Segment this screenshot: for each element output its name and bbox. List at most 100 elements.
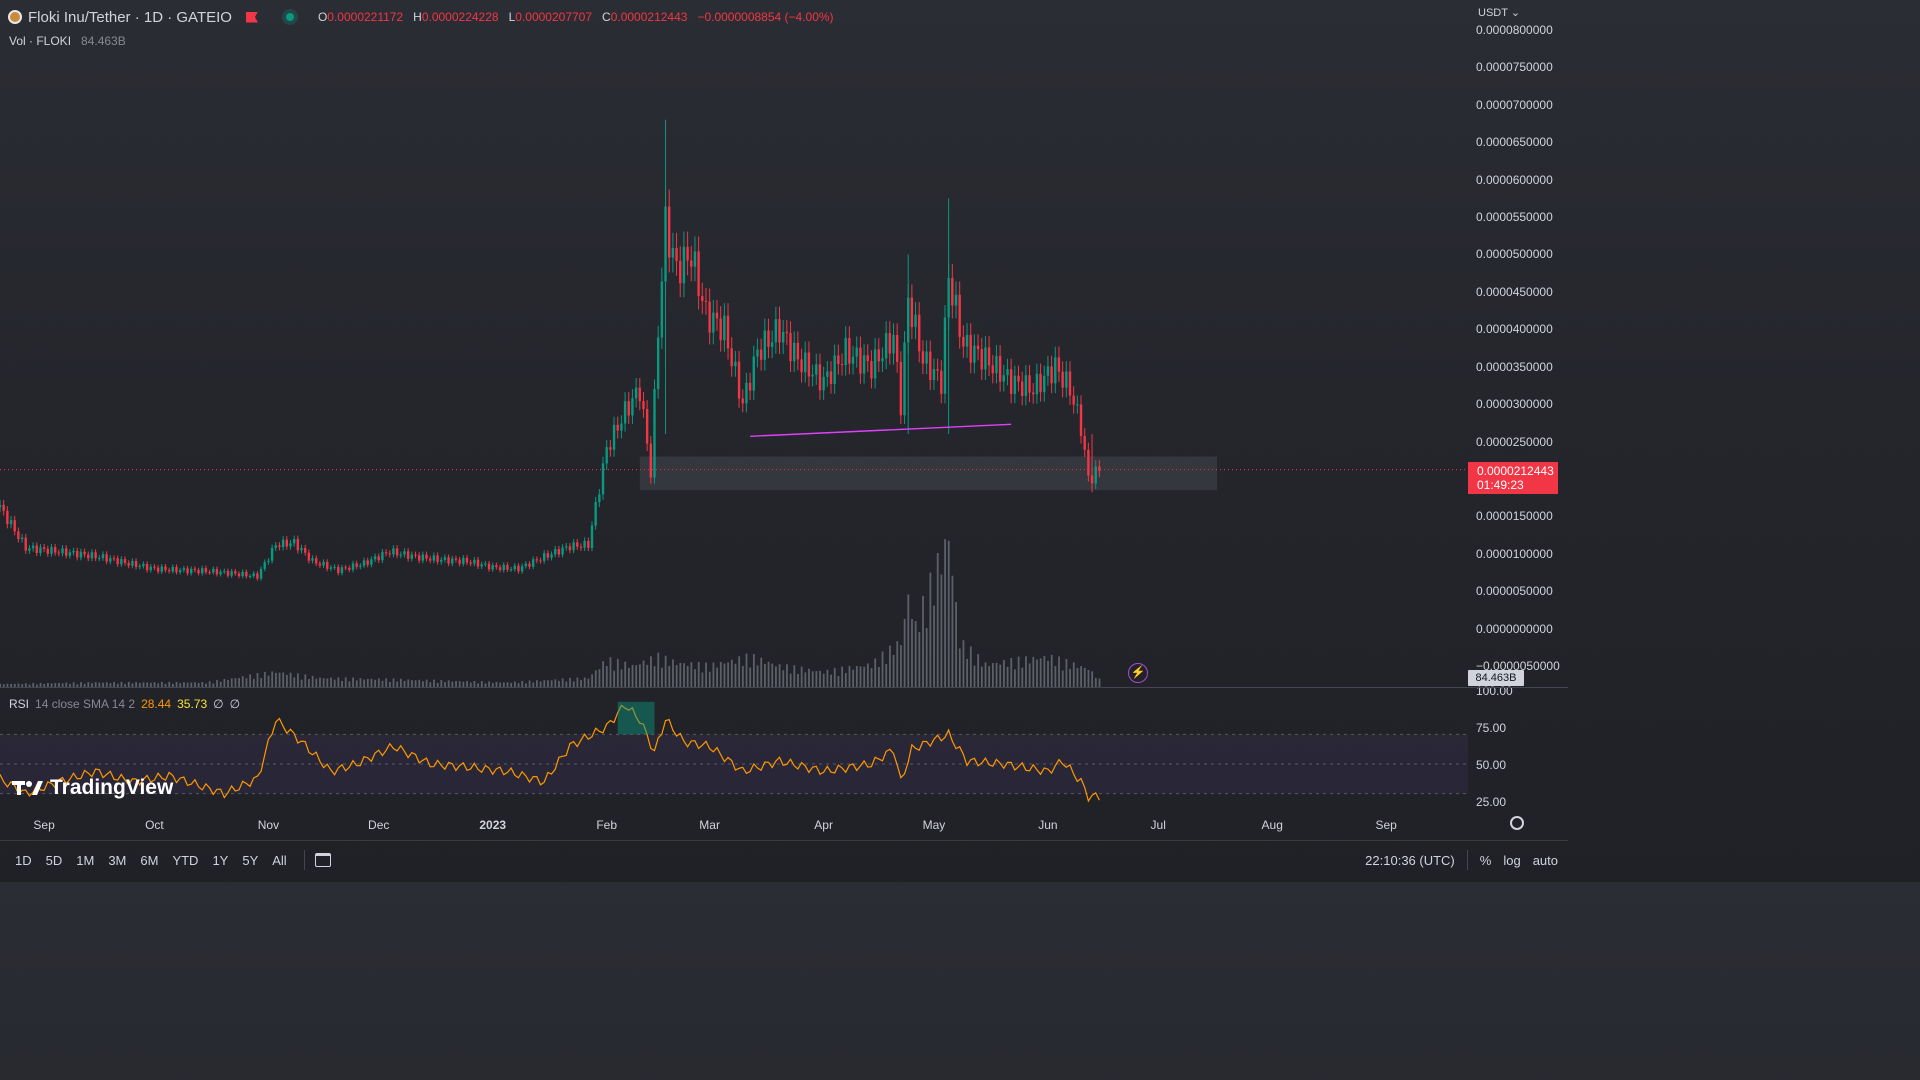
divider (1466, 850, 1468, 870)
timeframe-all[interactable]: All (265, 853, 293, 868)
candle-body (929, 351, 932, 380)
candle-body (921, 351, 925, 364)
volume-bar (580, 679, 582, 687)
candle-body (296, 539, 300, 551)
timeframe-1d[interactable]: 1D (8, 853, 39, 868)
close-value: 0.0000212443 (610, 10, 688, 24)
last-price-value: 0.0000212443 (1477, 464, 1554, 478)
candle-body (35, 545, 38, 554)
candle-body (612, 424, 616, 450)
volume-bar (256, 672, 259, 687)
trendline (750, 423, 1012, 437)
volume-bar (613, 670, 616, 687)
candle-body (285, 539, 288, 547)
candle-body (531, 559, 535, 567)
price-axis[interactable]: 0.0000800000 0.0000750000 0.0000700000 0.00… (1468, 0, 1568, 840)
candle-body (1061, 371, 1064, 388)
candle-body (105, 554, 108, 562)
clock-utc[interactable]: 22:10:36 (UTC) (1365, 853, 1455, 868)
price-tick: 0.0000000000 (1476, 621, 1553, 636)
volume-bar (1091, 671, 1094, 687)
low-value: 0.0000207707 (515, 10, 593, 24)
symbol-title[interactable]: Floki Inu/Tether · 1D · GATEIO (28, 9, 232, 26)
percent-toggle[interactable]: % (1480, 853, 1492, 868)
volume-bar (786, 664, 788, 687)
candle-body (781, 331, 785, 343)
volume-bar (767, 661, 770, 687)
volume-bar (738, 656, 741, 687)
volume-bar (271, 671, 274, 687)
volume-bar (635, 665, 638, 687)
candle-body (480, 564, 483, 567)
price-tick: 0.0000400000 (1476, 322, 1553, 337)
timeframe-1m[interactable]: 1M (69, 853, 101, 868)
candle-body (895, 335, 899, 362)
volume-bar (866, 663, 869, 687)
tradingview-watermark: TradingView (12, 776, 173, 800)
volume-bar (418, 679, 421, 687)
rsi-legend[interactable]: RSI 14 close SMA 14 2 28.44 35.73 ∅ ∅ (9, 697, 240, 711)
candle-body (969, 334, 972, 363)
candle-body (818, 364, 822, 391)
candle-body (109, 558, 112, 562)
candle-body (0, 504, 2, 508)
rsi-extra-1: ∅ (213, 697, 224, 711)
volume-bar (1028, 663, 1031, 687)
volume-name: Vol · FLOKI (9, 34, 72, 48)
timeframe-3m[interactable]: 3M (101, 853, 133, 868)
candle-body (436, 555, 439, 562)
flag-icon[interactable] (245, 11, 258, 23)
candle-body (745, 382, 748, 404)
calendar-icon[interactable] (314, 853, 331, 867)
candle-body (822, 376, 825, 391)
volume-bar (1003, 660, 1005, 687)
time-label: Mar (699, 818, 720, 832)
candle-body (576, 542, 579, 547)
volume-bar (708, 671, 711, 687)
candle-body (627, 401, 630, 416)
candle-body (476, 559, 480, 567)
candle-body (425, 554, 428, 559)
candle-body (498, 567, 502, 571)
candle-body (340, 567, 344, 574)
volume-bar (554, 679, 557, 687)
volume-bar (300, 679, 303, 687)
timeframe-5y[interactable]: 5Y (235, 853, 265, 868)
auto-toggle[interactable]: auto (1533, 853, 1558, 868)
candle-body (656, 337, 660, 390)
candle-body (252, 573, 255, 577)
candle-body (1024, 375, 1028, 397)
volume-legend[interactable]: Vol · FLOKI 84.463B (9, 34, 126, 48)
volume-bar (782, 670, 785, 687)
time-label: Oct (145, 818, 164, 832)
price-chart[interactable] (0, 0, 1468, 840)
candle-body (395, 548, 399, 556)
candle-body (201, 568, 204, 574)
gear-icon[interactable] (1510, 816, 1524, 830)
volume-bar (330, 677, 332, 687)
volume-bar (304, 674, 307, 687)
candle-body (914, 314, 917, 328)
candle-body (101, 554, 105, 559)
volume-bar (260, 678, 263, 687)
lightning-icon[interactable]: ⚡ (1128, 663, 1148, 683)
volume-bar (223, 678, 226, 687)
ohlc-values: O0.0000221172 H0.0000224228 L0.000020770… (318, 10, 834, 24)
volume-bar (991, 663, 994, 687)
candle-body (215, 568, 219, 575)
candle-body (631, 398, 634, 416)
candle-body (561, 547, 564, 555)
volume-bar (638, 664, 641, 687)
volume-bar (385, 678, 388, 687)
timeframe-ytd[interactable]: YTD (165, 853, 205, 868)
candle-body (918, 314, 921, 352)
timeframe-1y[interactable]: 1Y (205, 853, 235, 868)
timeframe-5d[interactable]: 5D (39, 853, 70, 868)
volume-bar (267, 675, 270, 687)
candle-body (542, 553, 546, 561)
volume-bar (775, 666, 777, 687)
timeframe-6m[interactable]: 6M (133, 853, 165, 868)
pane-separator[interactable] (0, 687, 1568, 688)
time-axis[interactable]: Sep Oct Nov Dec 2023 Feb Mar Apr May Jun Jul Aug Sep (0, 812, 1468, 836)
log-toggle[interactable]: log (1503, 853, 1520, 868)
